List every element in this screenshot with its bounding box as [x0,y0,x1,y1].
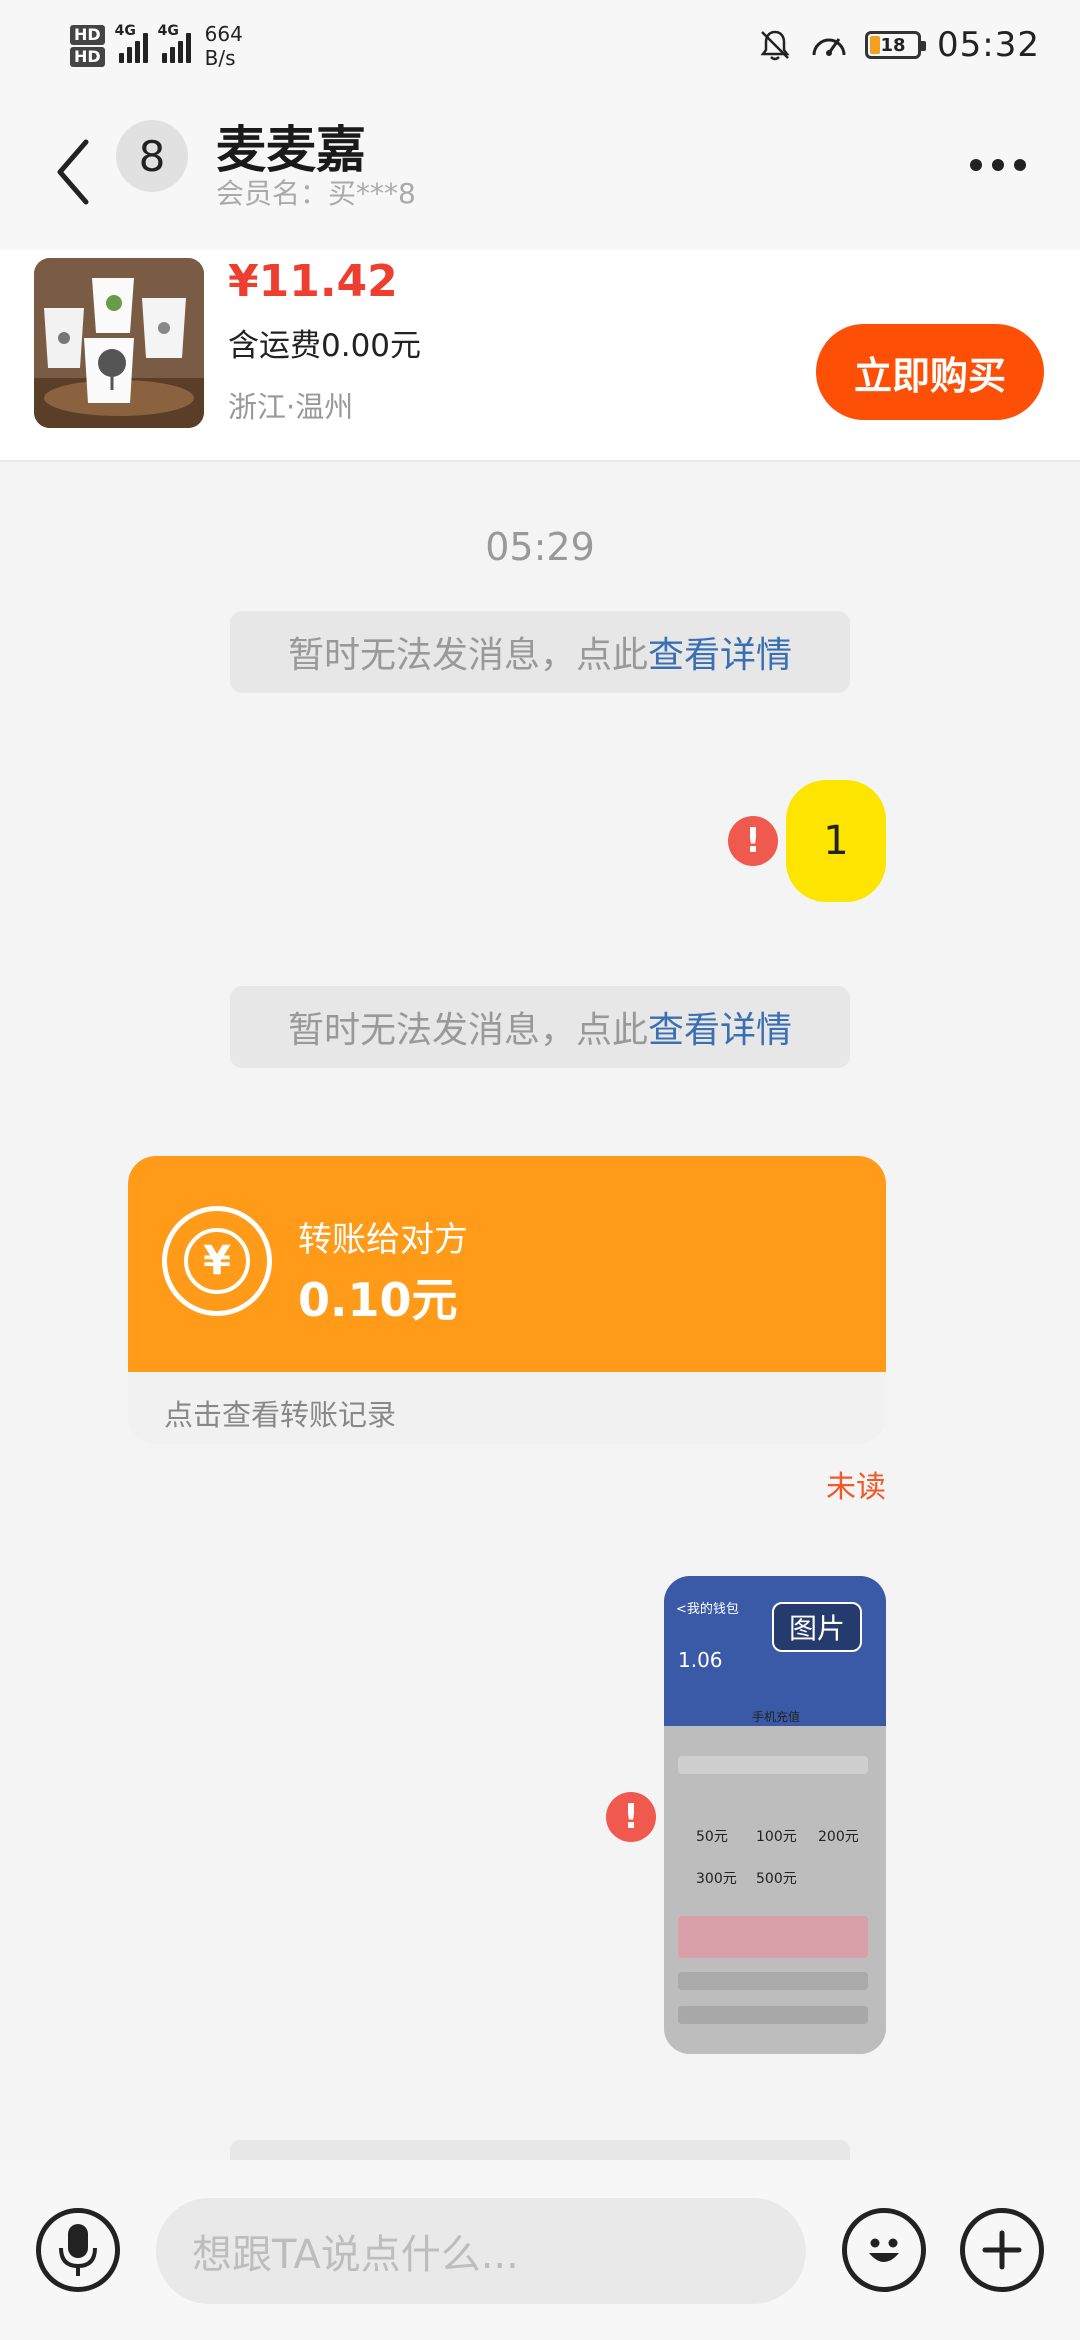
system-notice[interactable]: 暂时无法发消息，点此 查看详情 [230,611,850,693]
chat-header: 8 麦麦嘉 会员名：买***8 [0,90,1080,250]
more-actions-button[interactable] [960,2208,1044,2292]
transfer-icon: ¥ [162,1206,272,1316]
back-arrow-icon[interactable] [50,132,100,212]
message-input[interactable]: 想跟TA说点什么... [156,2198,806,2304]
unread-status: 未读 [826,1470,886,1505]
product-card[interactable]: ¥11.42 含运费0.00元 浙江·温州 立即购买 [0,250,1080,462]
flowerpot-image [34,258,204,428]
unread-count-badge[interactable]: 8 [116,120,188,192]
plus-icon [982,2230,1022,2270]
image-amount-3: 200元 [818,1829,859,1845]
transfer-title: 转账给对方 [298,1220,468,1260]
bell-off-icon [760,30,790,61]
status-bar: HD HD 4G 4G 664 B/s 18 05:32 [0,0,1080,90]
image-amount-2: 100元 [756,1829,797,1845]
system-notice-text: 暂时无法发消息，点此 [287,635,648,676]
image-page-title: 手机充值 [752,1710,801,1724]
system-notice-text: 暂时无法发消息，点此 [287,1010,648,1051]
network-speed: 664 B/s [204,22,243,70]
hd-badge-1: HD [70,25,105,45]
more-options-icon[interactable] [970,150,1030,180]
system-notice[interactable]: 暂时无法发消息，点此 查看详情 [230,986,850,1068]
clock: 05:32 [937,25,1040,65]
view-details-link[interactable]: 查看详情 [648,626,792,678]
smiley-icon [869,2238,899,2262]
partial-system-notice [230,2140,850,2160]
status-right: 18 05:32 [757,22,1040,68]
microphone-icon [59,2224,97,2276]
hd-indicators: HD HD [70,25,105,67]
view-details-link[interactable]: 查看详情 [648,1001,792,1053]
product-thumbnail[interactable] [34,258,204,428]
transfer-card[interactable]: ¥ 转账给对方 0.10元 点击查看转账记录 [128,1156,886,1444]
image-title-text: <我的钱包 [676,1602,739,1617]
voice-input-button[interactable] [36,2208,120,2292]
send-failed-icon[interactable]: ! [606,1792,656,1842]
hd-badge-2: HD [70,47,105,67]
speedometer-icon [812,38,846,56]
send-failed-icon[interactable]: ! [728,816,778,866]
product-price: ¥11.42 [228,256,398,307]
transfer-record-link[interactable]: 点击查看转账记录 [164,1392,396,1434]
transfer-amount: 0.10元 [298,1273,458,1327]
image-amount-4: 300元 [696,1871,737,1887]
image-tag: 图片 [772,1602,862,1652]
battery-fill [870,36,881,54]
outgoing-message-bubble[interactable]: 1 [786,780,886,902]
image-amount-5: 500元 [756,1871,797,1887]
signal-icon-2: 4G [158,23,191,63]
signal-icon-1: 4G [115,23,148,63]
image-body-region [664,1726,886,2054]
message-timestamp: 05:29 [485,525,595,569]
status-left: HD HD 4G 4G 664 B/s [70,18,243,74]
emoji-button[interactable] [842,2208,926,2292]
shipping-info: 含运费0.00元 [228,328,422,364]
buy-now-button[interactable]: 立即购买 [816,324,1044,420]
image-amount-1: 50元 [696,1829,728,1845]
battery-icon: 18 [865,31,927,59]
image-message[interactable]: <我的钱包 1.06 手机充值 50元 100元 200元 300元 500元 … [664,1576,886,2054]
member-label: 会员名：买***8 [216,177,416,210]
seller-location: 浙江·温州 [228,390,354,424]
input-bar: 想跟TA说点什么... [0,2160,1080,2340]
image-balance-text: 1.06 [678,1648,723,1672]
